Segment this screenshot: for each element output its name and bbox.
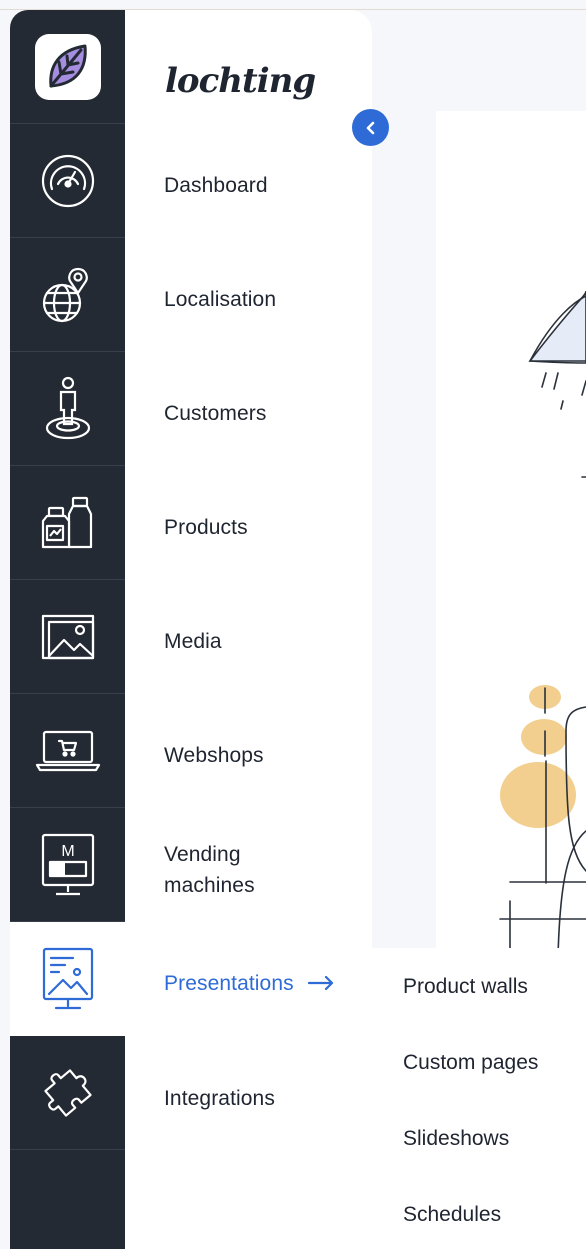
- rail-item-customers[interactable]: [10, 352, 125, 466]
- puzzle-icon: [43, 1068, 92, 1117]
- main-menu-panel: lochting Dashboard Localisation Customer…: [125, 10, 372, 1249]
- menu-item-presentations-label: Presentations: [164, 972, 294, 995]
- menu-item-localisation[interactable]: Localisation: [164, 284, 276, 315]
- rail-item-vending[interactable]: M: [10, 808, 125, 922]
- umbrella-plant-illustration: [499, 290, 586, 958]
- rail-item-dashboard[interactable]: [10, 124, 125, 238]
- submenu-item-schedules[interactable]: Schedules: [403, 1200, 501, 1230]
- bottles-icon: [41, 496, 92, 548]
- submenu-item-product-walls[interactable]: Product walls: [403, 972, 528, 1002]
- svg-text:M: M: [61, 843, 74, 860]
- collapse-sidebar-button[interactable]: [352, 109, 389, 146]
- presentations-submenu: Product walls Custom pages Slideshows Sc…: [372, 948, 586, 1249]
- lochting-wordmark: lochting: [165, 61, 316, 101]
- illustration-card: [436, 111, 586, 958]
- menu-item-dashboard[interactable]: Dashboard: [164, 170, 268, 201]
- globe-pin-icon: [42, 267, 88, 322]
- rail-item-localisation[interactable]: [10, 238, 125, 352]
- arrow-right-icon: [307, 968, 334, 999]
- app-logo-icon: [34, 33, 101, 100]
- menu-item-customers[interactable]: Customers: [164, 398, 266, 429]
- menu-item-integrations[interactable]: Integrations: [164, 1083, 275, 1114]
- menu-item-products[interactable]: Products: [164, 512, 248, 543]
- menu-item-webshops[interactable]: Webshops: [164, 740, 264, 771]
- icon-rail: M: [10, 10, 125, 1249]
- laptop-cart-icon: [35, 730, 100, 771]
- rail-item-media[interactable]: [10, 580, 125, 694]
- person-location-icon: [45, 376, 90, 439]
- presentation-board-icon: [42, 947, 93, 1009]
- chevron-left-icon: [366, 121, 374, 134]
- rail-item-integrations[interactable]: [10, 1036, 125, 1150]
- svg-text:lochting: lochting: [165, 61, 315, 101]
- window-top-edge: [0, 0, 586, 10]
- submenu-item-custom-pages[interactable]: Custom pages: [403, 1048, 538, 1078]
- dashboard-gauge-icon: [41, 154, 94, 207]
- vending-machine-icon: M: [41, 833, 94, 895]
- menu-item-vending-machines[interactable]: Vending machines: [164, 839, 304, 901]
- rail-item-products[interactable]: [10, 466, 125, 580]
- rail-item-webshops[interactable]: [10, 694, 125, 808]
- image-icon: [41, 614, 94, 659]
- menu-item-presentations[interactable]: Presentations: [164, 968, 334, 999]
- submenu-item-slideshows[interactable]: Slideshows: [403, 1124, 509, 1154]
- rail-item-presentations[interactable]: [10, 922, 125, 1036]
- menu-item-media[interactable]: Media: [164, 626, 222, 657]
- rail-logo[interactable]: [10, 10, 125, 124]
